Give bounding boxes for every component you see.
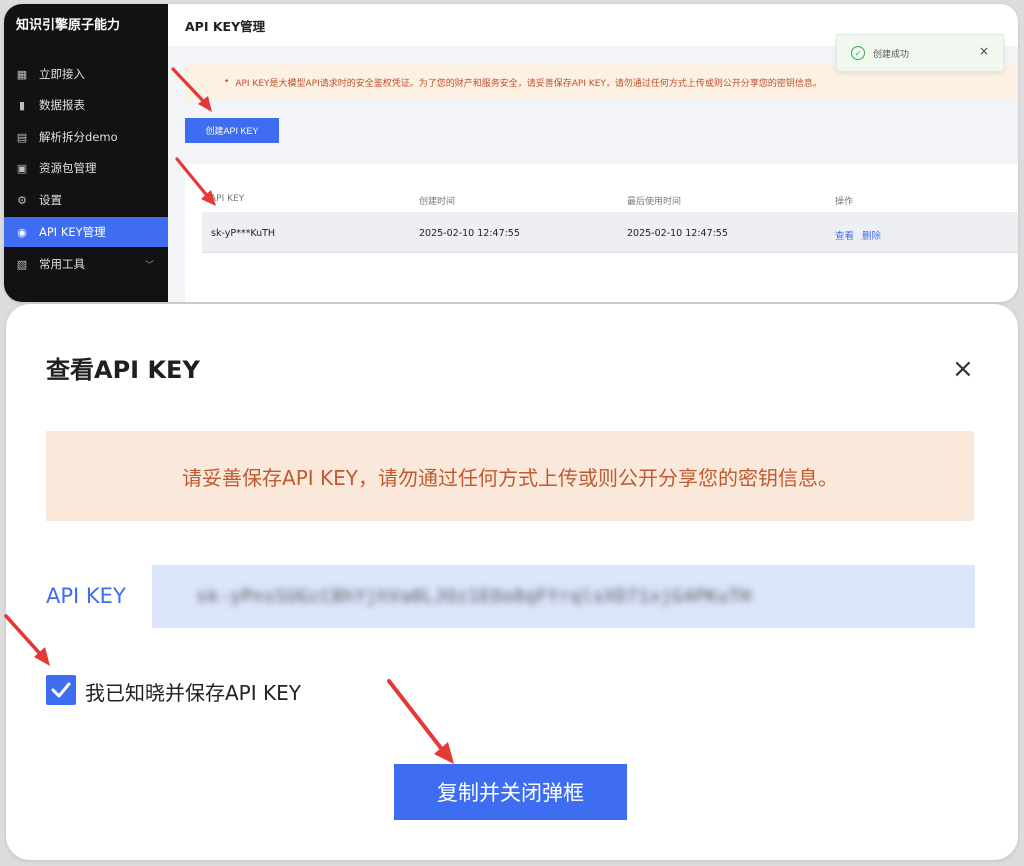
check-circle-icon: ✓ <box>851 46 865 60</box>
sidebar-item-label: 常用工具 <box>39 257 85 271</box>
copy-and-close-button[interactable]: 复制并关闭弹框 <box>394 764 627 820</box>
dialog-warning: 请妥善保存API KEY，请勿通过任何方式上传或则公开分享您的密钥信息。 <box>46 431 974 521</box>
column-header-actions: 操作 <box>835 197 854 207</box>
checkmark-icon <box>51 682 71 698</box>
sidebar-item-label: 数据报表 <box>39 98 85 112</box>
main-content: API KEY管理 • API KEY是大模型API请求时的安全鉴权凭证。为了您… <box>168 4 1018 302</box>
column-header-created: 创建时间 <box>419 197 456 207</box>
sidebar-item-label: 设置 <box>39 193 62 207</box>
bullet-icon: • <box>224 77 230 87</box>
page-title: API KEY管理 <box>185 19 266 34</box>
close-icon[interactable]: × <box>952 356 974 382</box>
sidebar-item-tools[interactable]: ▧ 常用工具 ﹀ <box>4 249 168 279</box>
sidebar-item-parse-demo[interactable]: ▤ 解析拆分demo <box>4 122 168 152</box>
console-screenshot: 知识引擎原子能力 ▦ 立即接入 ▮ 数据报表 ▤ 解析拆分demo ▣ 资源包管… <box>4 4 1018 302</box>
api-key-value: sk-yPnsSUGcCBhYjhVa0LJOz1EOo8qFYrqlsXD71… <box>196 586 752 607</box>
api-key-label: API KEY <box>46 584 126 608</box>
annotation-arrow-icon <box>4 614 50 666</box>
annotation-arrow-icon <box>175 157 216 206</box>
api-key-table: API KEY 创建时间 最后使用时间 操作 sk-yP***KuTH 2025… <box>185 164 1018 302</box>
sidebar-item-api-key[interactable]: ◉ API KEY管理 <box>4 217 168 247</box>
acknowledge-checkbox[interactable] <box>46 675 76 705</box>
column-header-last-used: 最后使用时间 <box>627 197 682 207</box>
grid-icon: ▦ <box>16 67 28 81</box>
security-notice-text: API KEY是大模型API请求时的安全鉴权凭证。为了您的财产和服务安全，请妥善… <box>235 78 822 89</box>
toast-message: 创建成功 <box>873 49 910 60</box>
close-icon[interactable]: × <box>979 44 989 58</box>
sidebar-item-label: 资源包管理 <box>39 161 97 175</box>
key-icon: ◉ <box>17 225 27 239</box>
sidebar-item-label: 解析拆分demo <box>39 130 118 144</box>
annotation-arrow-icon <box>387 679 454 764</box>
api-key-field[interactable]: sk-yPnsSUGcCBhYjhVa0LJOz1EOo8qFYrqlsXD71… <box>152 565 975 628</box>
cell-created: 2025-02-10 12:47:55 <box>419 228 520 239</box>
create-api-key-button[interactable]: 创建API KEY <box>185 118 279 143</box>
sidebar-item-resource-packages[interactable]: ▣ 资源包管理 <box>4 153 168 183</box>
brand-title: 知识引擎原子能力 <box>16 18 121 33</box>
gear-icon: ⚙ <box>17 193 27 207</box>
view-api-key-dialog: 查看API KEY × 请妥善保存API KEY，请勿通过任何方式上传或则公开分… <box>4 304 1018 860</box>
sidebar-item-settings[interactable]: ⚙ 设置 <box>4 185 168 215</box>
sidebar-item-label: API KEY管理 <box>39 225 106 239</box>
sidebar-item-reports[interactable]: ▮ 数据报表 <box>4 90 168 120</box>
package-icon: ▣ <box>16 161 28 175</box>
acknowledge-checkbox-label[interactable]: 我已知晓并保存API KEY <box>85 677 301 706</box>
cell-last-used: 2025-02-10 12:47:55 <box>627 228 728 239</box>
view-link[interactable]: 查看 <box>835 228 854 242</box>
cell-api-key: sk-yP***KuTH <box>211 228 276 239</box>
toolbox-icon: ▧ <box>16 257 28 271</box>
bar-chart-icon: ▮ <box>18 98 26 112</box>
table-row: sk-yP***KuTH 2025-02-10 12:47:55 2025-02… <box>202 212 1018 253</box>
dialog-title: 查看API KEY <box>46 356 200 384</box>
sidebar-item-quick-start[interactable]: ▦ 立即接入 <box>4 59 168 89</box>
annotation-arrow-icon <box>171 67 212 112</box>
success-toast: ✓ 创建成功 × <box>836 34 1004 72</box>
sidebar-item-label: 立即接入 <box>39 67 85 81</box>
delete-link[interactable]: 删除 <box>862 228 881 242</box>
chevron-down-icon: ﹀ <box>144 260 154 271</box>
document-icon: ▤ <box>16 130 28 144</box>
sidebar: 知识引擎原子能力 ▦ 立即接入 ▮ 数据报表 ▤ 解析拆分demo ▣ 资源包管… <box>4 4 168 302</box>
dialog-warning-text: 请妥善保存API KEY，请勿通过任何方式上传或则公开分享您的密钥信息。 <box>182 465 838 490</box>
